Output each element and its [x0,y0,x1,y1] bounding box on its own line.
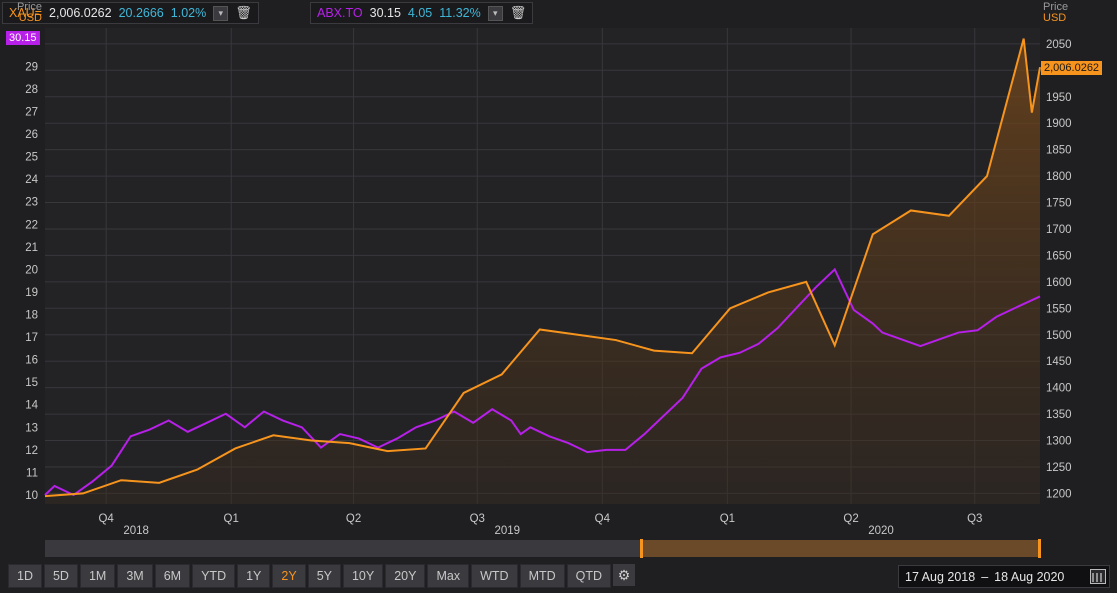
left-tick-label: 22 [25,219,38,231]
left-tick-label: 21 [25,242,38,254]
period-button-1d[interactable]: 1D [8,564,42,588]
left-tick-label: 25 [25,152,38,164]
date-range-to: 18 Aug 2020 [994,569,1065,584]
right-axis-header: Price USD [1043,2,1068,24]
period-button-2y[interactable]: 2Y [272,564,306,588]
right-tick-label: 1450 [1046,356,1072,368]
left-tick-label: 14 [25,400,38,412]
period-button-max[interactable]: Max [427,564,470,588]
x-quarter-label: Q4 [595,513,611,525]
right-tick-label: 1750 [1046,198,1072,210]
left-tick-label: 10 [25,490,38,502]
left-tick-label: 24 [25,174,38,186]
x-quarter-label: Q1 [720,513,735,525]
right-tick-label: 1800 [1046,171,1072,183]
left-tick-label: 11 [26,467,38,479]
left-tick-label: 13 [25,422,38,434]
date-range-from: 17 Aug 2018 [905,569,976,584]
right-tick-label: 1650 [1046,250,1072,262]
x-year-label: 2018 [123,525,149,537]
right-tick-label: 1700 [1046,224,1072,236]
period-button-ytd[interactable]: YTD [192,564,236,588]
right-tick-label: 1550 [1046,303,1072,315]
left-tick-label: 15 [25,377,38,389]
left-axis-header: Price USD [0,2,42,24]
right-tick-label: 1950 [1046,92,1072,104]
period-button-6m[interactable]: 6M [154,564,191,588]
period-button-10y[interactable]: 10Y [342,564,384,588]
left-tick-label: 28 [25,84,38,96]
left-tick-label: 17 [25,332,38,344]
right-tick-label: 1400 [1046,383,1072,395]
x-year-label: 2020 [868,525,894,537]
x-quarter-label: Q2 [346,513,361,525]
left-axis: 10 11 12 13 14 15 16 17 18 19 20 21 22 23 24 25 26 27 28 29 [25,61,38,502]
left-tick-label: 27 [25,106,38,118]
navigator-selection[interactable] [642,540,1040,557]
right-tick-label: 1250 [1046,462,1072,474]
trash-icon[interactable]: 🗑 [510,5,527,21]
period-button-5d[interactable]: 5D [43,564,78,588]
x-quarter-label: Q3 [967,513,982,525]
right-tick-label: 1500 [1046,330,1072,342]
left-tick-label: 26 [25,129,38,141]
period-selector: 1D 5D 1M 3M 6M YTD 1Y 2Y 5Y 10Y 20Y Max WTD MTD QTD ⚙ [8,564,636,588]
chevron-down-icon[interactable]: ▾ [487,5,503,21]
right-tick-label: 2050 [1046,39,1072,51]
x-quarter-label: Q3 [470,513,485,525]
xau-last-tag: 2,006.0262 [1041,61,1103,75]
period-button-5y[interactable]: 5Y [307,564,341,588]
date-range-field[interactable]: 17 Aug 2018 – 18 Aug 2020 [898,565,1110,588]
period-button-1y[interactable]: 1Y [237,564,271,588]
x-quarter-label: Q1 [224,513,239,525]
left-axis-header-currency: USD [18,12,42,24]
period-button-mtd[interactable]: MTD [519,564,565,588]
right-tick-label: 1850 [1046,145,1072,157]
right-tick-label: 1300 [1046,436,1072,448]
period-button-1m[interactable]: 1M [79,564,116,588]
legend-xau-pct: 1.02% [170,6,207,20]
calendar-icon[interactable] [1090,569,1106,584]
left-tick-label: 29 [25,61,38,73]
right-axis: 1200 1250 1300 1350 1400 1450 1500 1550 1600 1650… [1046,39,1072,501]
left-tick-label: 12 [25,445,38,457]
right-tick-label: 1600 [1046,277,1072,289]
period-button-qtd[interactable]: QTD [566,564,612,588]
legend-xau-last: 2,006.0262 [49,6,112,20]
x-year-label: 2019 [494,525,520,537]
legend-abx-name: ABX.TO [317,6,363,20]
right-tick-label: 1900 [1046,118,1072,130]
gear-icon[interactable]: ⚙ [613,564,636,586]
period-button-3m[interactable]: 3M [117,564,153,588]
legend-abx-change: 4.05 [407,6,433,20]
chevron-down-icon[interactable]: ▾ [213,5,229,21]
left-tick-label: 16 [25,355,38,367]
period-button-wtd[interactable]: WTD [471,564,518,588]
legend-abx-pct: 11.32% [439,6,481,20]
legend-xau-change: 20.2666 [118,6,164,20]
period-button-20y[interactable]: 20Y [385,564,426,588]
right-tick-label: 1350 [1046,409,1072,421]
x-quarter-label: Q4 [98,513,114,525]
right-tick-label: 1200 [1046,488,1072,500]
date-range-sep: – [981,569,989,584]
x-quarter-label: Q2 [843,513,858,525]
left-tick-label: 20 [25,264,38,276]
legend-abx: ABX.TO 30.15 4.05 11.32% ▾ 🗑 [310,2,534,24]
legend-abx-last: 30.15 [369,6,401,20]
abx-last-tag: 30.15 [6,31,40,45]
trash-icon[interactable]: 🗑 [235,5,252,21]
x-axis: Q4 Q1 Q2 Q3 Q4 Q1 Q2 Q3 2018 2019 2020 [98,513,982,537]
navigator-left-handle[interactable] [640,539,643,558]
navigator-right-handle[interactable] [1038,539,1041,558]
price-chart[interactable]: 10 11 12 13 14 15 16 17 18 19 20 21 22 23 24 25 26 27 28 29… [0,0,1117,593]
left-tick-label: 18 [25,310,38,322]
left-tick-label: 23 [25,197,38,209]
right-axis-header-currency: USD [1043,12,1067,24]
left-tick-label: 19 [25,287,38,299]
